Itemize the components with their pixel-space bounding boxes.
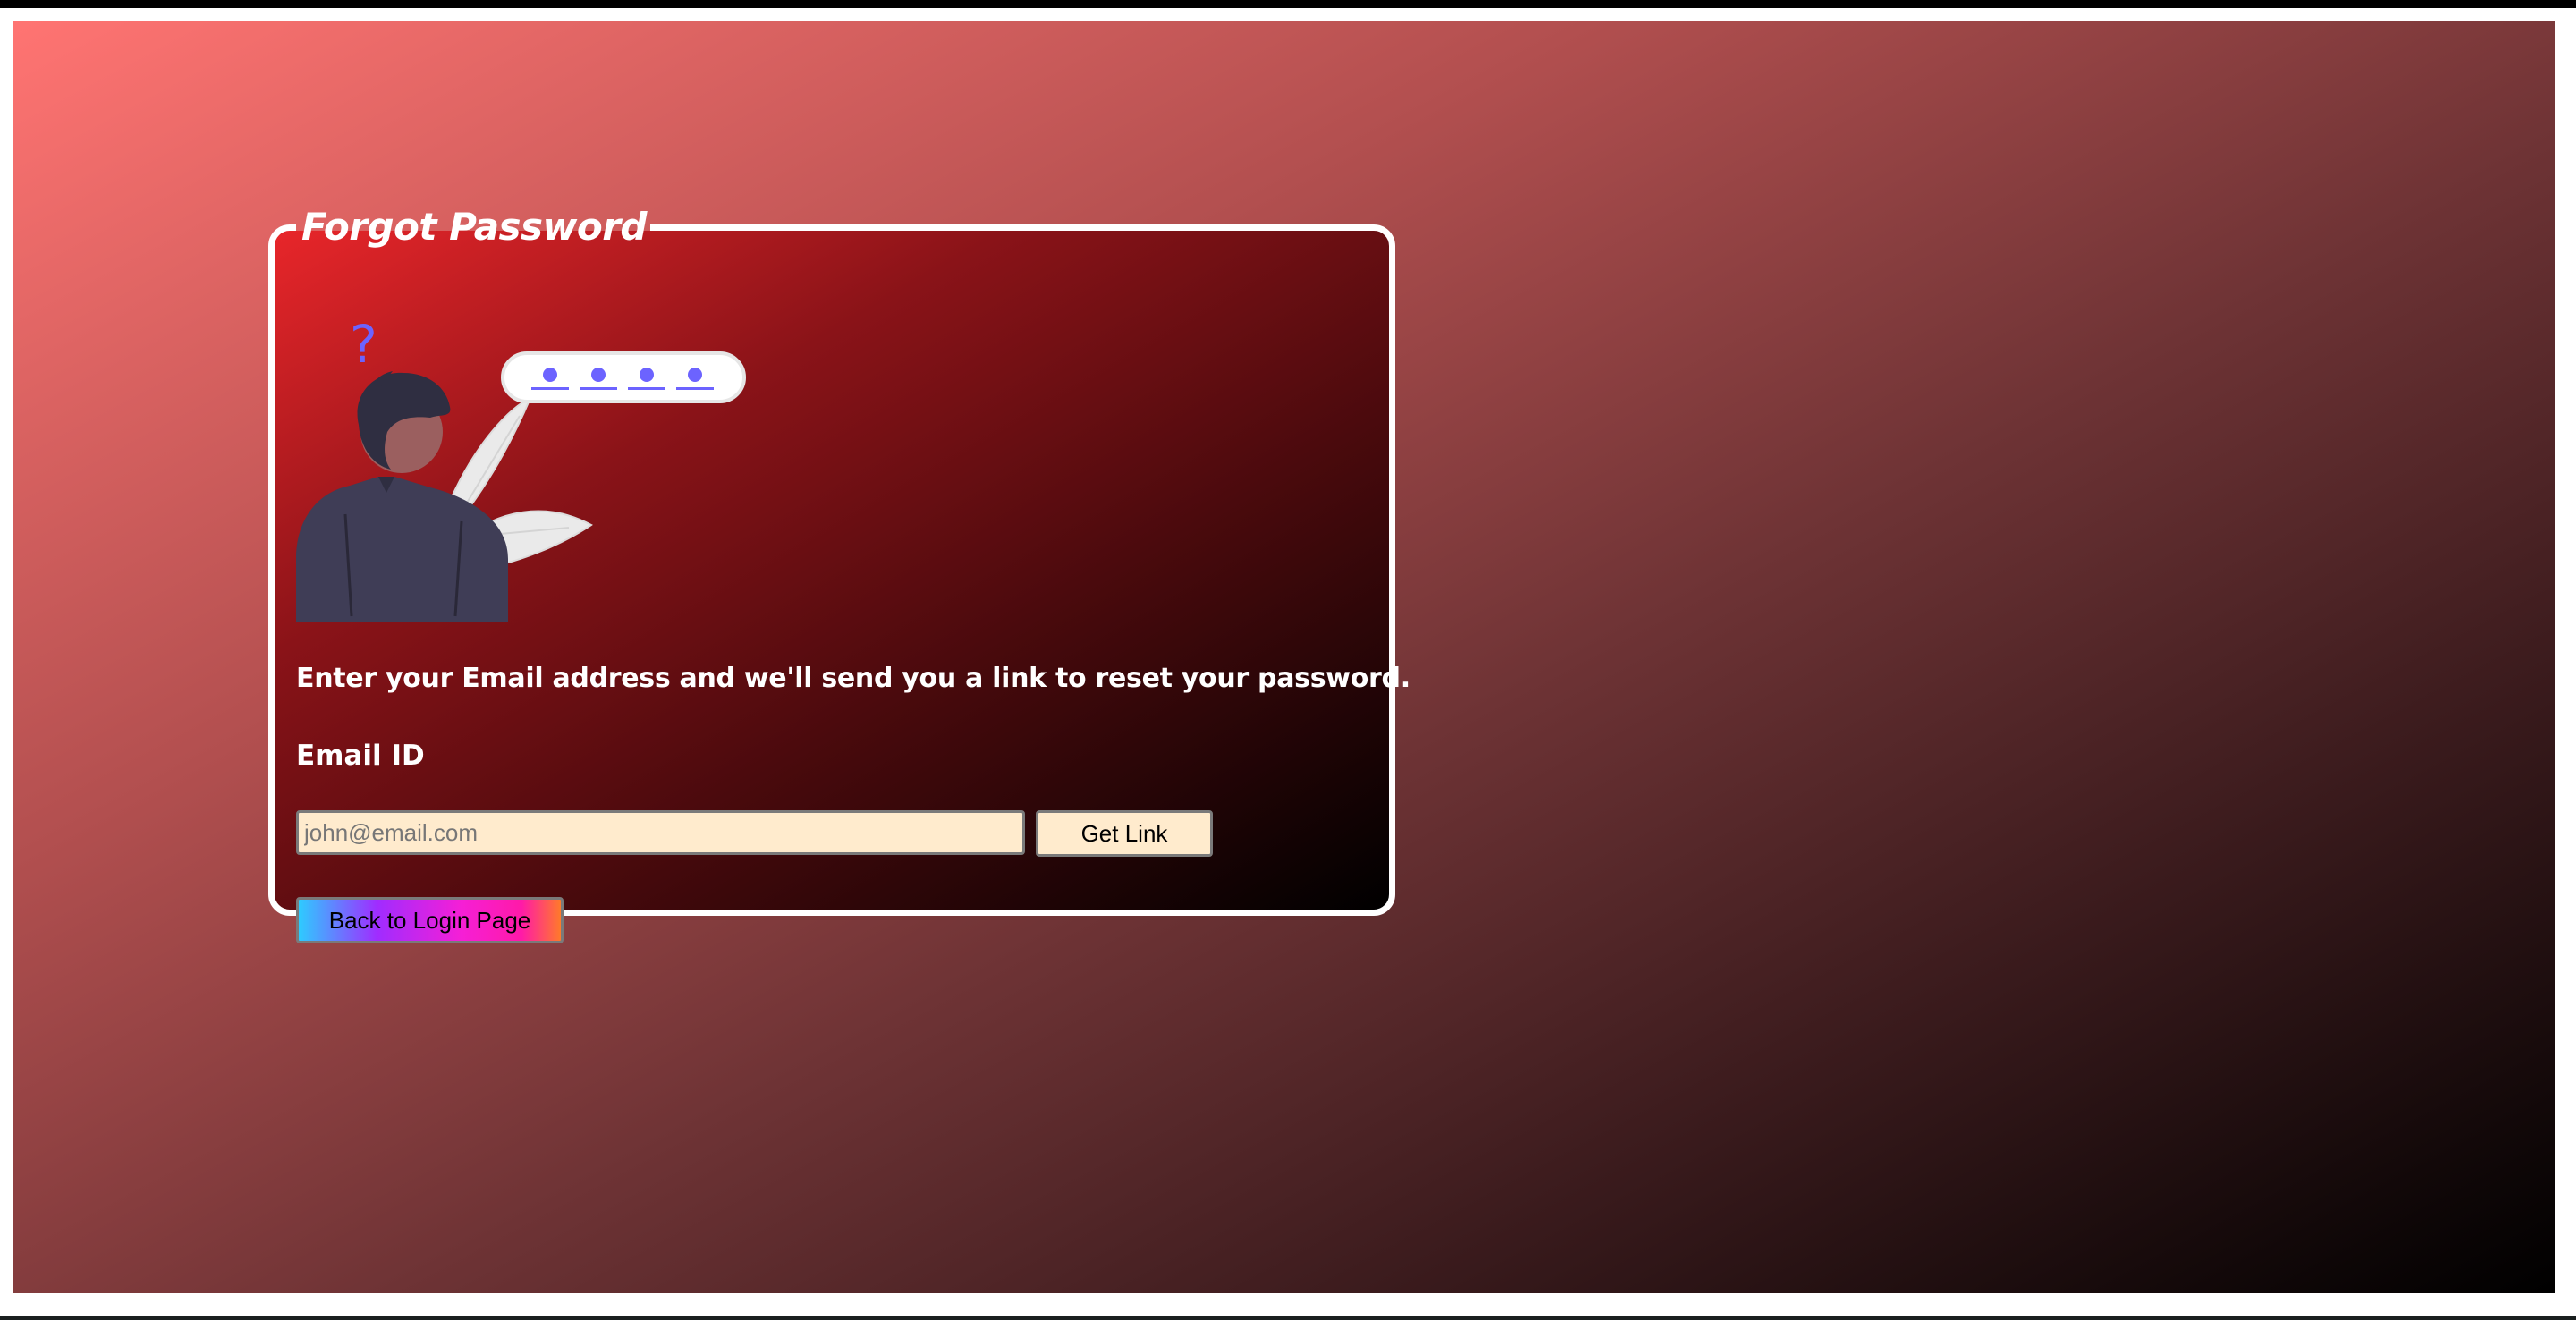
password-dots-icon [501,351,746,403]
back-to-login-button[interactable]: Back to Login Page [296,897,564,943]
email-input[interactable] [296,810,1025,855]
card-title: Forgot Password [301,205,647,249]
instruction-text: Enter your Email address and we'll send … [296,663,1411,694]
page-background: Forgot Password ? Enter your Email addre… [13,21,2555,1293]
question-mark-icon: ? [350,317,377,375]
forgot-password-card: Forgot Password ? Enter your Email addre… [268,205,1411,943]
get-link-button[interactable]: Get Link [1036,810,1213,857]
window-top-border [0,0,2576,8]
window-bottom-border [0,1316,2576,1320]
email-label: Email ID [296,740,425,772]
